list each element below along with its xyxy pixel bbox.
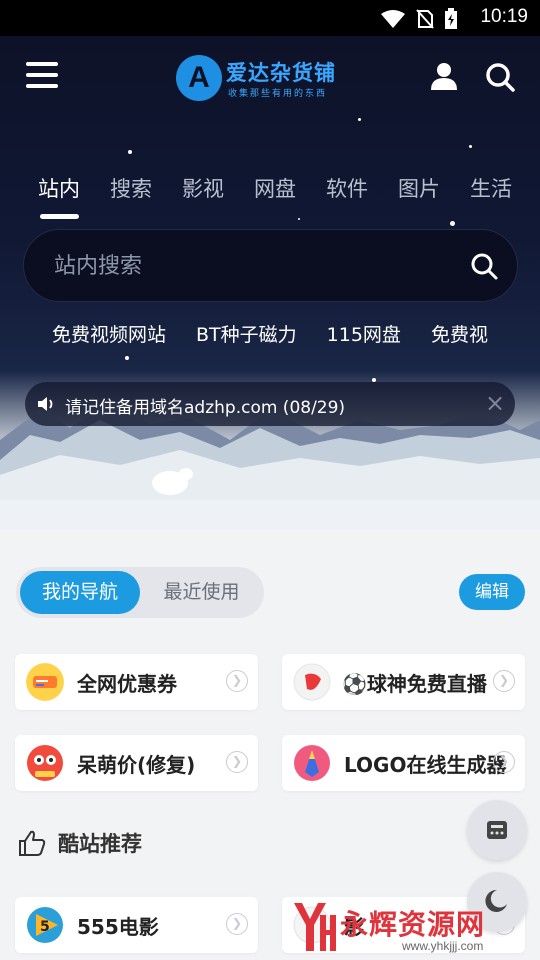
recommend-card-555[interactable]: 5 555电影 ❯ [15,897,258,953]
nav-card-label: 呆萌价(修复) [77,753,196,777]
star [358,118,361,121]
ball-icon [293,663,331,701]
search-submit-icon[interactable] [468,250,500,282]
nav-segment-control: 我的导航 最近使用 [16,567,264,618]
nav-card-logo-maker[interactable]: LOGO在线生成器 ❯ [282,735,525,791]
watermark: 永辉资源网 www.yhkjjj.com [290,895,530,960]
logo-badge: A [176,55,222,101]
no-sim-icon [416,9,434,29]
recommend-section-header: 酷站推荐 [18,828,142,858]
yh-logo [294,903,336,951]
user-icon[interactable] [428,60,460,92]
search-bar [23,229,518,302]
tab-software[interactable]: 软件 [326,173,368,203]
clock: 10:19 [480,6,528,27]
tab-active-indicator [40,214,79,219]
nav-card-label: LOGO在线生成器 [344,753,507,777]
svg-text:5: 5 [40,919,50,935]
tab-life[interactable]: 生活 [470,173,512,203]
tab-images[interactable]: 图片 [398,173,440,203]
logo-title: 爱达杂货铺 [226,61,336,85]
tab-recent[interactable]: 最近使用 [144,571,259,614]
quick-link[interactable]: 115网盘 [327,320,401,347]
section-title: 酷站推荐 [58,832,142,856]
notice-text: 请记住备用域名adzhp.com (08/29) [65,398,346,418]
status-bar: 10:19 [0,0,540,36]
calculator-fab[interactable] [467,800,527,860]
thumbs-up-icon [19,830,46,856]
search-category-tabs: 站内 搜索 影视 网盘 软件 图片 生活 [38,173,540,203]
tab-netdisk[interactable]: 网盘 [254,173,296,203]
nav-card-live[interactable]: ⚽球神免费直播 ❯ [282,654,525,710]
nav-card-label: 全网优惠券 [77,672,177,696]
nav-card-label: ⚽球神免费直播 [342,672,487,696]
notice-bar: 请记住备用域名adzhp.com (08/29) × [25,382,515,426]
battery-charging-icon [445,8,457,29]
recommend-card-label: 555电影 [77,915,159,939]
calculator-icon [487,821,507,839]
star [128,150,132,154]
tab-search[interactable]: 搜索 [110,173,152,203]
search-icon[interactable] [484,61,516,93]
site-logo[interactable]: A 爱达杂货铺 收集那些有用的东西 [176,55,356,101]
pencil-logo-icon [294,745,330,781]
chevron-right-icon: ❯ [493,670,515,692]
speaker-icon [38,397,53,411]
wifi-icon [381,10,405,28]
watermark-url: www.yhkjjj.com [402,939,484,953]
quick-links: 免费视频网站 BT种子磁力 115网盘 免费视 [52,320,522,347]
chevron-right-icon: ❯ [226,670,248,692]
tab-video[interactable]: 影视 [182,173,224,203]
tab-my-nav[interactable]: 我的导航 [20,571,140,614]
star [298,218,300,220]
chevron-right-icon: ❯ [226,751,248,773]
star [469,145,472,148]
play-icon: 5 [27,907,63,943]
chevron-right-icon: ❯ [493,751,515,773]
mascot-icon [27,745,63,781]
coupon-icon [26,663,64,701]
quick-link[interactable]: 免费视 [431,320,488,347]
nav-card-coupon[interactable]: 全网优惠券 ❯ [15,654,258,710]
star [450,221,455,226]
star [125,356,129,360]
chevron-right-icon: ❯ [226,913,248,935]
logo-subtitle: 收集那些有用的东西 [228,89,328,99]
quick-link[interactable]: BT种子磁力 [196,320,297,347]
watermark-text: 永辉资源网 [340,908,486,941]
edit-button[interactable]: 编辑 [459,574,525,610]
nav-card-mengjia[interactable]: 呆萌价(修复) ❯ [15,735,258,791]
menu-icon[interactable] [26,62,58,90]
close-icon[interactable]: × [483,391,507,415]
tab-site[interactable]: 站内 [38,173,80,203]
search-input[interactable] [54,248,434,284]
quick-link[interactable]: 免费视频网站 [52,320,166,347]
